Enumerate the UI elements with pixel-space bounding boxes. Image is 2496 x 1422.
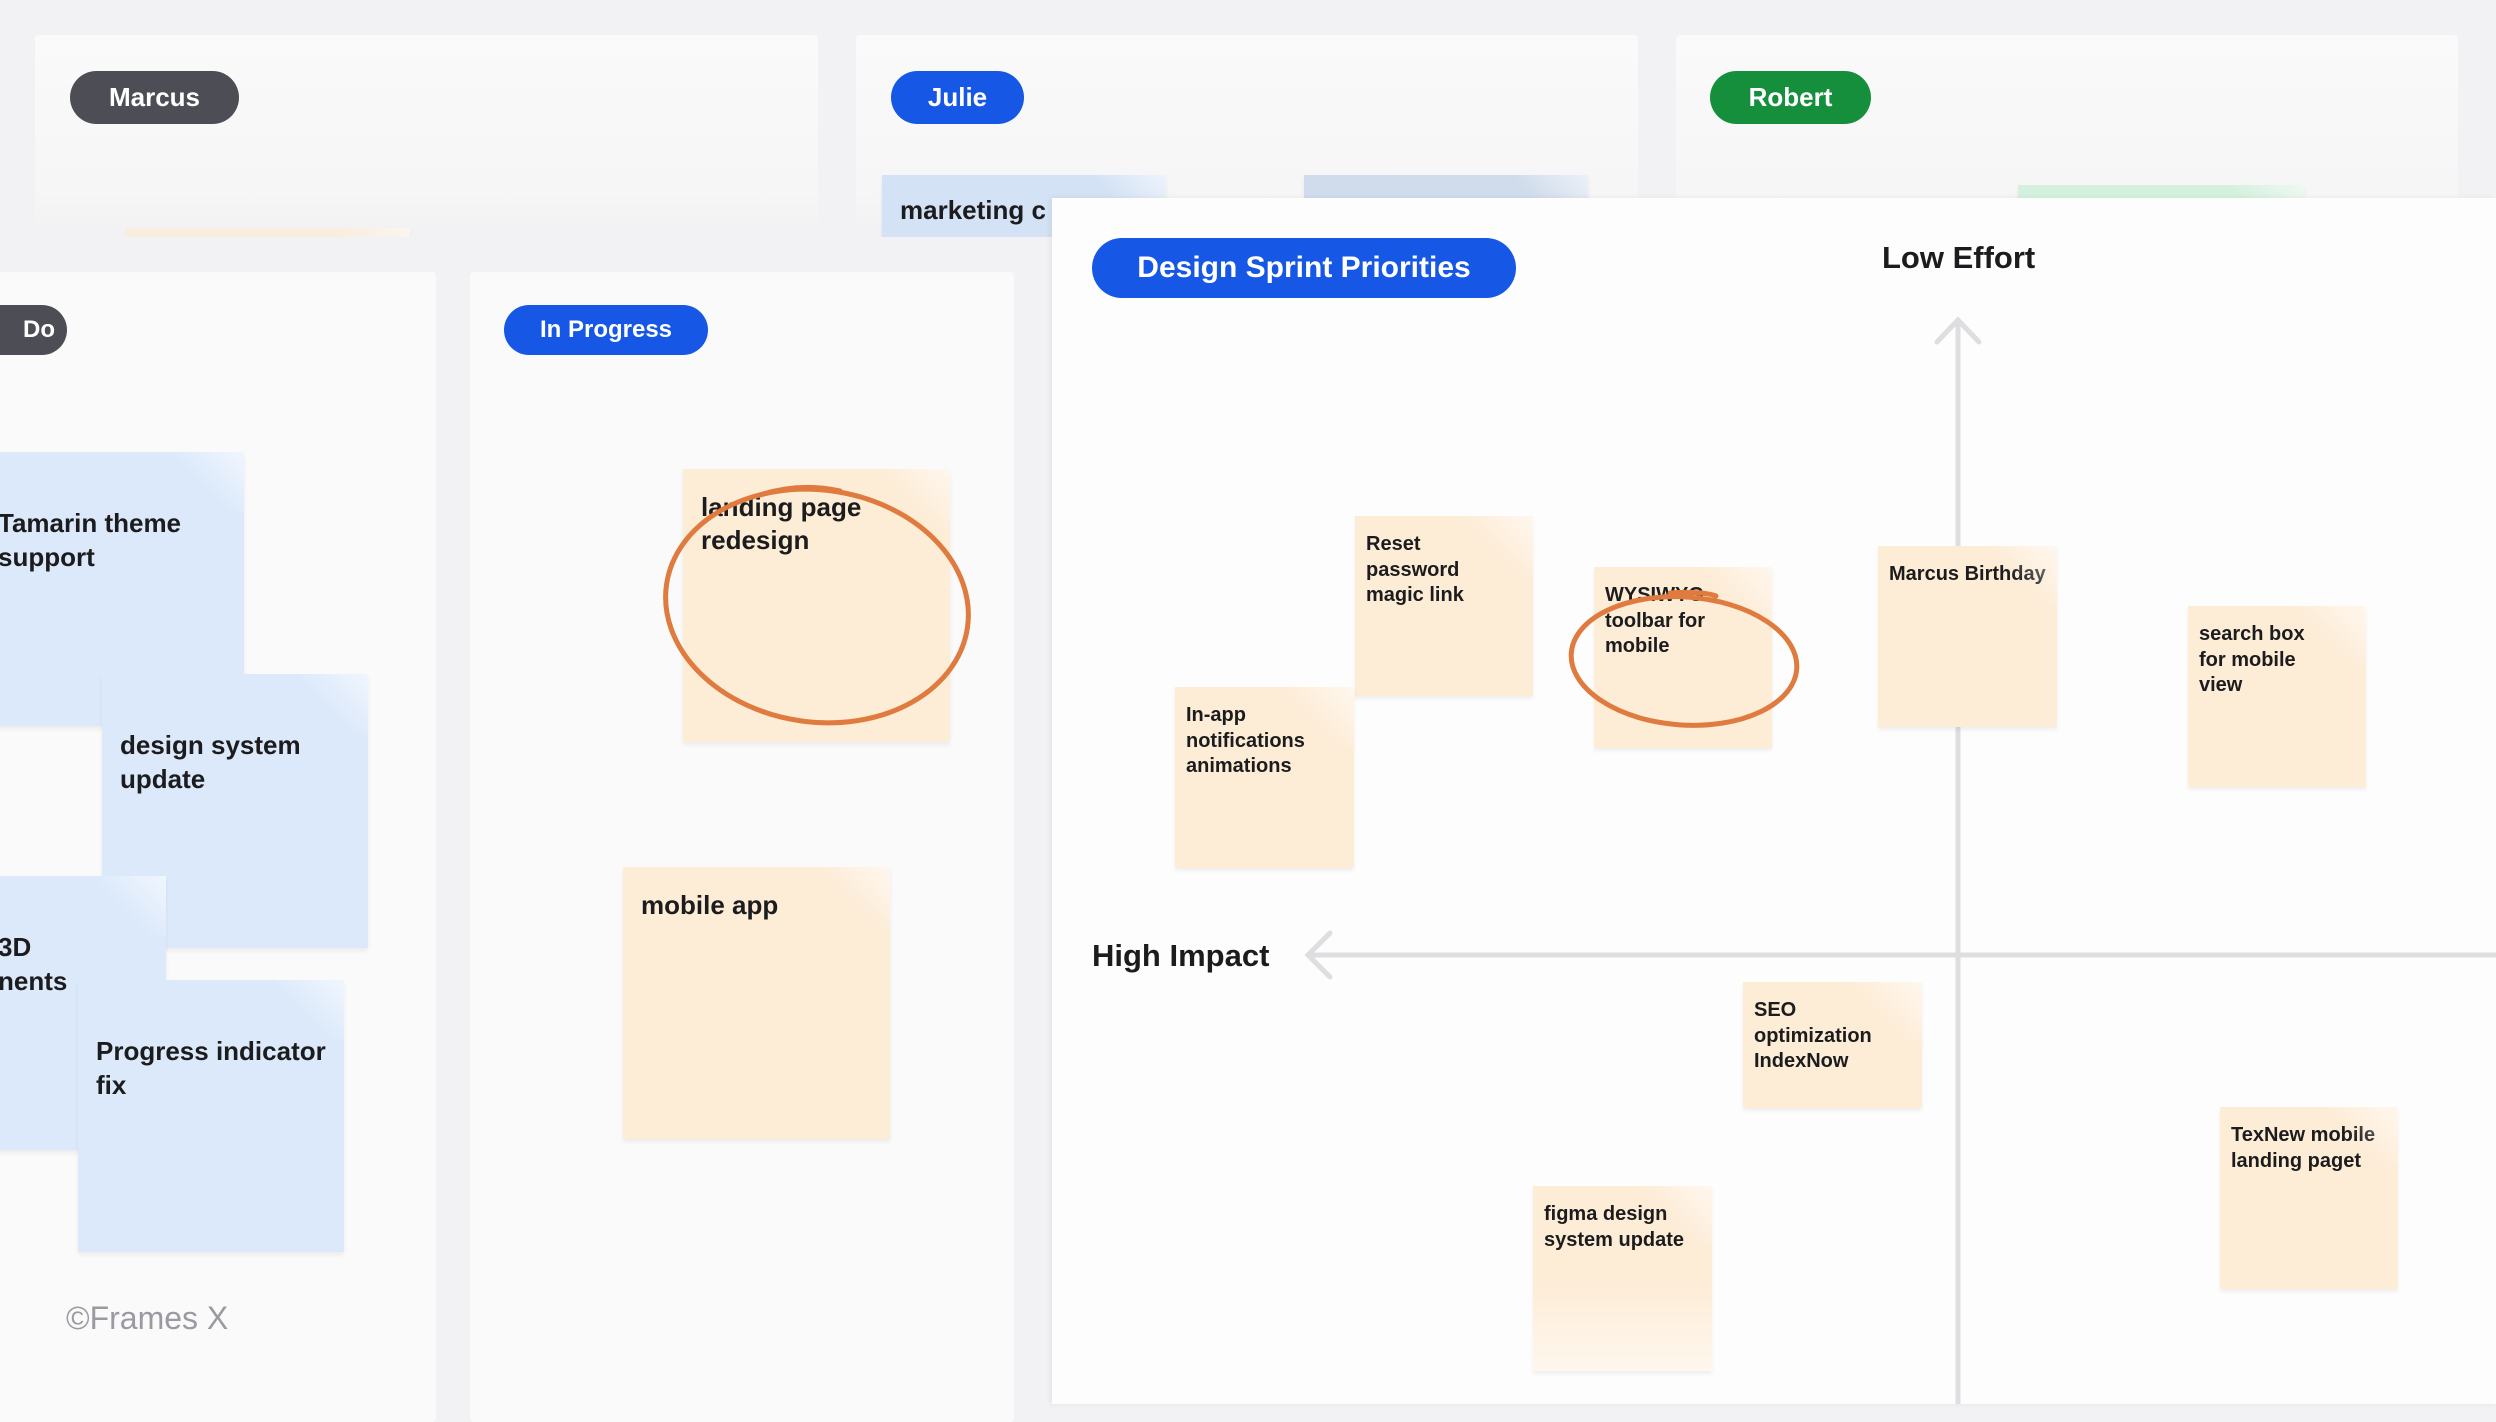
column-title: Robert xyxy=(1748,82,1833,112)
matrix-note-wysiwyg-toolbar[interactable]: WYSIWYG toolbar for mobile xyxy=(1594,567,1772,748)
y-axis-label: Low Effort xyxy=(1882,240,2036,275)
note-text: Progress indicator fix xyxy=(96,1036,326,1100)
note-text: figma design system update xyxy=(1544,1203,1685,1251)
matrix-note-reset-password[interactable]: Reset password magic link xyxy=(1355,516,1533,696)
column-title: In Progress xyxy=(539,316,673,343)
note-text: WYSIWYG toolbar for mobile xyxy=(1605,584,1705,658)
column-header-robert[interactable]: Robert xyxy=(1710,71,1871,124)
note-text: In-app notifications animations xyxy=(1186,704,1305,778)
note-text: Reset password magic link xyxy=(1366,533,1464,607)
y-axis-arrow-icon xyxy=(1934,316,1982,345)
column-header-marcus[interactable]: Marcus xyxy=(70,71,239,124)
sticky-note-mobile-app[interactable]: mobile app xyxy=(623,867,890,1139)
column-title: Do xyxy=(23,316,55,343)
column-title: Marcus xyxy=(108,82,201,112)
x-axis-arrow-icon xyxy=(1304,930,1333,980)
sticky-note-progress-indicator[interactable]: Progress indicator fix xyxy=(78,980,344,1252)
matrix-note-search-box[interactable]: search box for mobile view xyxy=(2188,606,2366,787)
column-header-julie[interactable]: Julie xyxy=(891,71,1024,124)
note-text: Marcus Birthday xyxy=(1889,563,2046,585)
status-board: Do In Progress Tamarin theme support des… xyxy=(0,237,1052,1422)
matrix-title-text: Design Sprint Priorities xyxy=(1137,251,1471,284)
note-text: SEO optimization IndexNow xyxy=(1754,999,1872,1073)
matrix-note-seo-optimization[interactable]: SEO optimization IndexNow xyxy=(1743,982,1922,1108)
column-in-progress: In Progress xyxy=(470,272,1014,1422)
note-text: search box for mobile view xyxy=(2199,623,2305,697)
note-text: marketing c xyxy=(900,195,1046,225)
x-axis-label: High Impact xyxy=(1092,938,1270,973)
column-title: Julie xyxy=(927,82,988,112)
priority-matrix: Design Sprint Priorities Low Effort High… xyxy=(1052,198,2496,1404)
note-text: Tamarin theme support xyxy=(0,508,182,572)
matrix-title[interactable]: Design Sprint Priorities xyxy=(1092,238,1516,298)
column-header-in-progress[interactable]: In Progress xyxy=(504,305,708,355)
note-text: TexNew mobile landing paget xyxy=(2231,1124,2376,1172)
note-text: landing page redesign xyxy=(701,492,862,556)
note-text: design system update xyxy=(120,730,301,794)
watermark: ©Frames X xyxy=(66,1300,229,1336)
matrix-note-marcus-birthday[interactable]: Marcus Birthday xyxy=(1878,546,2057,727)
matrix-note-in-app-notifications[interactable]: In-app notifications animations xyxy=(1175,687,1354,868)
note-text: mobile app xyxy=(641,890,779,920)
matrix-note-texnew-landing[interactable]: TexNew mobile landing paget xyxy=(2220,1107,2398,1289)
sticky-note-landing-page-redesign[interactable]: landing page redesign xyxy=(683,469,950,742)
column-header-todo[interactable]: Do xyxy=(0,305,67,355)
matrix-note-figma-design-system[interactable]: figma design system update xyxy=(1533,1186,1712,1371)
